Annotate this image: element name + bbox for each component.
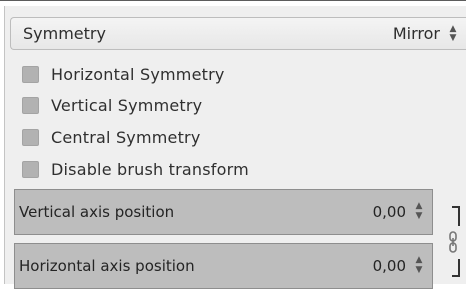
symmetry-title: Symmetry — [23, 24, 106, 43]
chain-bracket-top — [452, 206, 460, 226]
horizontal-symmetry-label: Horizontal Symmetry — [51, 64, 225, 84]
horizontal-axis-position-label: Horizontal axis position — [19, 257, 195, 275]
horizontal-symmetry-checkbox[interactable] — [22, 65, 39, 83]
horizontal-axis-position-field[interactable]: Horizontal axis position 0,00 ▲ ▼ — [14, 243, 433, 289]
central-symmetry-label: Central Symmetry — [51, 127, 201, 147]
central-symmetry-checkbox[interactable] — [22, 128, 39, 146]
vertical-axis-position-label: Vertical axis position — [19, 203, 175, 221]
chain-bracket-bottom — [452, 259, 460, 277]
spinner-arrows-icon[interactable]: ▲ ▼ — [414, 201, 424, 221]
disable-brush-transform-checkbox[interactable] — [22, 160, 39, 178]
vertical-symmetry-label: Vertical Symmetry — [51, 95, 203, 115]
vertical-symmetry-option[interactable]: Vertical Symmetry — [22, 94, 202, 116]
horizontal-symmetry-option[interactable]: Horizontal Symmetry — [22, 63, 225, 85]
symmetry-mode-value: Mirror — [392, 24, 440, 43]
horizontal-axis-position-value[interactable]: 0,00 — [373, 257, 406, 275]
top-border — [0, 0, 466, 1]
chain-link-icon[interactable] — [448, 231, 458, 253]
vertical-axis-position-value[interactable]: 0,00 — [373, 203, 406, 221]
spinner-arrows-icon[interactable]: ▲ ▼ — [414, 255, 424, 275]
vertical-axis-position-field[interactable]: Vertical axis position 0,00 ▲ ▼ — [14, 189, 433, 235]
central-symmetry-option[interactable]: Central Symmetry — [22, 126, 201, 148]
disable-brush-transform-label: Disable brush transform — [51, 159, 249, 179]
panel-left-edge — [4, 6, 5, 284]
symmetry-mode-selector[interactable]: Symmetry Mirror ▲ ▼ — [10, 17, 466, 50]
up-down-arrows-icon[interactable]: ▲ ▼ — [448, 25, 458, 43]
disable-brush-transform-option[interactable]: Disable brush transform — [22, 158, 249, 180]
vertical-symmetry-checkbox[interactable] — [22, 96, 39, 114]
